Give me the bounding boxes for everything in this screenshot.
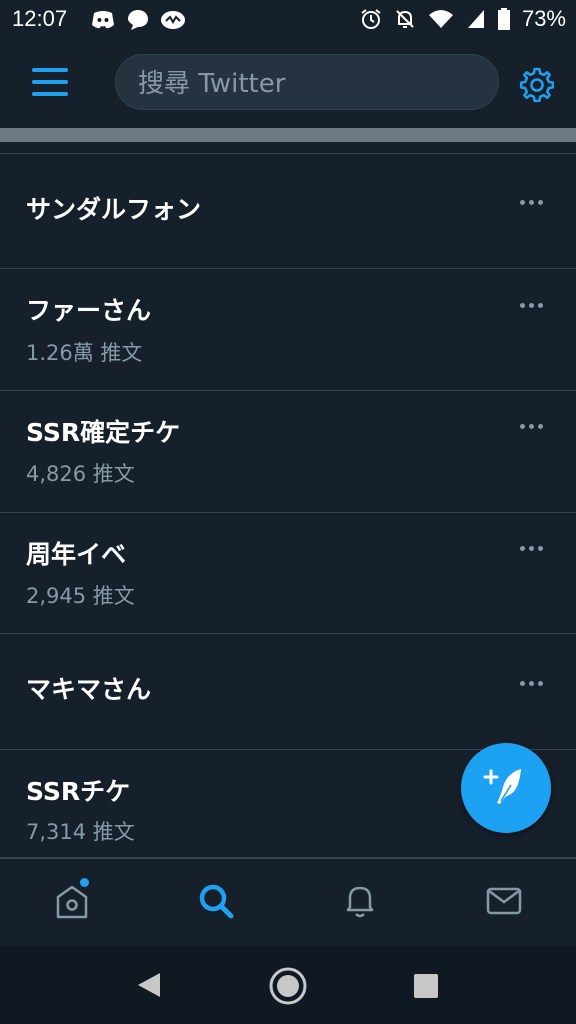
notifications-icon[interactable] [340,881,380,921]
trend-name: マキマさん [26,675,152,704]
chat-bubble-icon [128,10,148,30]
hamburger-icon[interactable] [32,66,70,100]
compose-tweet-button[interactable] [461,743,551,833]
trend-item[interactable]: SSR確定チケ 4,826 推文 [0,391,576,513]
trend-name: SSR確定チケ [26,418,181,447]
trend-tweet-count: 7,314 推文 [26,820,135,844]
discord-icon [92,11,114,29]
battery-icon [497,8,510,30]
alarm-icon [361,9,381,29]
compose-tweet-icon [483,769,521,804]
trend-name: サンダルフォン [26,195,202,224]
more-options-icon[interactable] [515,675,547,691]
stream-icon [161,11,185,29]
search-bar[interactable] [115,54,499,113]
bottom-navigation [0,858,576,947]
search-icon[interactable] [196,881,236,921]
header-divider [0,128,576,142]
trend-item[interactable]: マキマさん [0,634,576,750]
trend-name: SSRチケ [26,777,131,806]
system-navigation-bar [0,946,576,1024]
trend-name: 周年イベ [26,540,127,569]
search-input[interactable] [136,55,480,113]
wifi-icon [428,10,453,28]
top-bar [0,40,576,128]
bell-muted-icon [396,10,414,28]
trend-name: ファーさん [26,296,152,325]
status-bar: 12:07 73% [0,0,576,40]
signal-icon [467,10,484,28]
more-options-icon[interactable] [515,297,547,313]
back-icon[interactable] [134,970,164,1000]
trend-item[interactable]: 周年イベ 2,945 推文 [0,513,576,634]
trend-tweet-count: 1.26萬 推文 [26,341,143,365]
recents-icon[interactable] [412,972,440,1000]
notification-dot [80,878,89,887]
trend-tweet-count: 4,826 推文 [26,462,135,486]
more-options-icon[interactable] [515,194,547,210]
battery-percent: 73% [521,6,566,31]
home-circle-icon[interactable] [268,966,308,1006]
trend-item[interactable]: ファーさん 1.26萬 推文 [0,269,576,391]
trend-item[interactable]: サンダルフォン [0,154,576,269]
gear-icon[interactable] [518,66,556,104]
status-time: 12:07 [12,6,68,31]
more-options-icon[interactable] [515,418,547,434]
trend-tweet-count: 2,945 推文 [26,584,135,608]
more-options-icon[interactable] [515,540,547,556]
home-icon[interactable] [52,881,92,921]
messages-icon[interactable] [484,881,524,921]
